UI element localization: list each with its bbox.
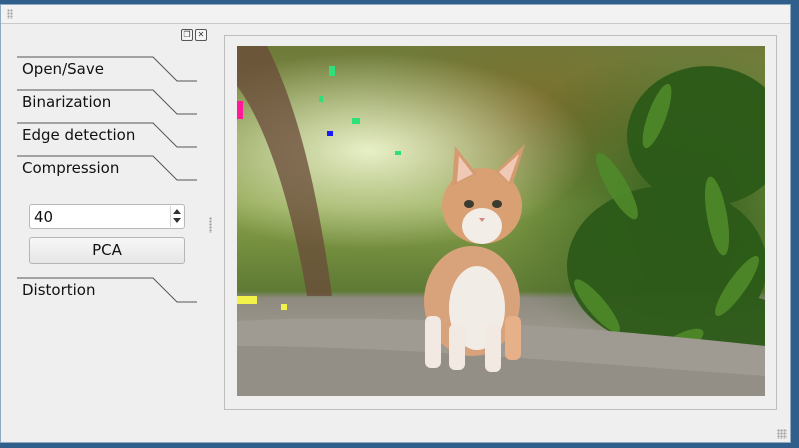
section-label: Distortion <box>22 281 96 299</box>
kitten-photo <box>237 46 765 396</box>
resize-grip-icon[interactable] <box>777 429 787 439</box>
spin-arrows <box>170 206 183 227</box>
spin-down-icon[interactable] <box>173 218 181 223</box>
section-compression[interactable]: Compression <box>17 155 197 181</box>
section-edge-detection[interactable]: Edge detection <box>17 122 197 148</box>
components-spinbox[interactable]: 40 <box>29 204 185 229</box>
pca-button[interactable]: PCA <box>29 237 185 264</box>
drag-grip-icon[interactable] <box>7 9 13 19</box>
section-binarization[interactable]: Binarization <box>17 89 197 115</box>
close-icon[interactable]: ✕ <box>195 29 207 41</box>
section-open-save[interactable]: Open/Save <box>17 56 197 82</box>
section-label: Binarization <box>22 93 112 111</box>
components-value[interactable]: 40 <box>34 208 53 226</box>
section-label: Edge detection <box>22 126 136 144</box>
dock-controls: ❐ ✕ <box>181 29 207 41</box>
title-bar[interactable] <box>1 5 790 24</box>
section-label: Compression <box>22 159 120 177</box>
image-frame <box>224 35 777 410</box>
section-distortion[interactable]: Distortion <box>17 277 197 303</box>
float-icon[interactable]: ❐ <box>181 29 193 41</box>
spin-up-icon[interactable] <box>173 209 181 214</box>
section-label: Open/Save <box>22 60 104 78</box>
splitter-handle[interactable] <box>209 217 212 233</box>
main-window: ❐ ✕ Open/Save Binarization Edge detectio… <box>0 4 791 443</box>
image-display <box>237 46 765 396</box>
